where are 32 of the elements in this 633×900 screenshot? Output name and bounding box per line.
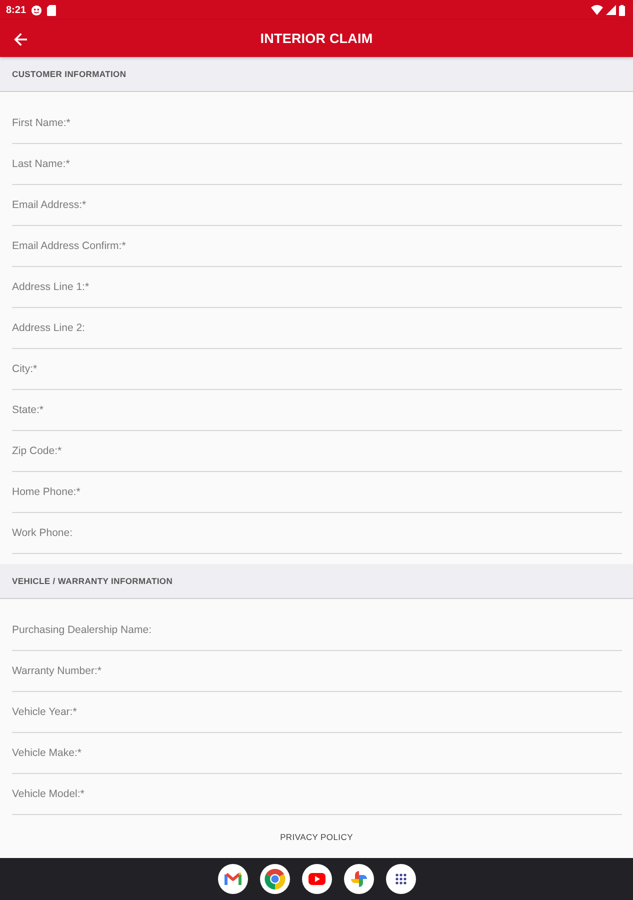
input-field[interactable]: Zip Code:* <box>12 431 622 472</box>
battery-icon <box>619 4 625 16</box>
app-grid-icon[interactable] <box>386 864 416 894</box>
wifi-icon <box>591 5 603 15</box>
input-field[interactable]: Warranty Number:* <box>12 651 622 692</box>
input-field[interactable]: Purchasing Dealership Name: <box>12 610 622 651</box>
input-field[interactable]: Vehicle Year:* <box>12 692 622 733</box>
input-field[interactable]: Home Phone:* <box>12 472 622 513</box>
input-field[interactable]: Vehicle Model:* <box>12 774 622 815</box>
input-field[interactable]: Work Phone: <box>12 513 622 554</box>
input-field[interactable]: Email Address Confirm:* <box>12 226 622 267</box>
input-field[interactable]: City:* <box>12 349 622 390</box>
input-field[interactable]: Email Address:* <box>12 185 622 226</box>
browser-ring-icon[interactable] <box>260 864 290 894</box>
section-title: VEHICLE / WARRANTY INFORMATION <box>12 576 173 586</box>
input-field[interactable]: State:* <box>12 390 622 431</box>
input-field[interactable]: Last Name:* <box>12 144 622 185</box>
signal-icon <box>606 5 616 15</box>
circle-status-icon <box>31 4 42 16</box>
screen-title: INTERIOR CLAIM <box>260 31 373 46</box>
input-field[interactable]: Vehicle Make:* <box>12 733 622 774</box>
status-time: 8:21 <box>6 4 26 16</box>
input-field[interactable]: Address Line 1:* <box>12 267 622 308</box>
input-field[interactable]: Address Line 2: <box>12 308 622 349</box>
input-field[interactable]: First Name:* <box>12 103 622 144</box>
privacy-policy-link[interactable]: PRIVACY POLICY <box>280 832 353 842</box>
back-arrow-icon <box>14 32 26 46</box>
play-button-icon[interactable] <box>302 864 332 894</box>
section-title: CUSTOMER INFORMATION <box>12 69 126 79</box>
sd-card-icon <box>47 4 56 16</box>
pinwheel-icon[interactable] <box>344 864 374 894</box>
mail-letter-m-icon[interactable] <box>218 864 248 894</box>
